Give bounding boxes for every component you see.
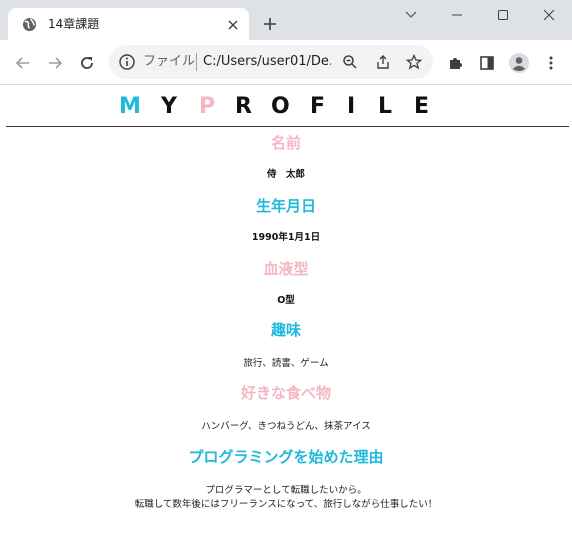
close-tab-icon[interactable] — [226, 17, 240, 31]
food-value-row: ハンバーグ、きつねうどん、抹茶アイス — [0, 420, 572, 434]
share-icon[interactable] — [373, 52, 393, 72]
zoom-icon[interactable] — [340, 52, 360, 72]
minimize-icon — [452, 14, 462, 16]
browser-tab[interactable]: 14章課題 — [8, 8, 249, 40]
back-arrow-icon — [15, 57, 29, 69]
name-value: 侍 太郎 — [266, 169, 305, 180]
minimize-button[interactable] — [434, 2, 480, 28]
maximize-icon — [498, 10, 508, 20]
close-window-button[interactable] — [526, 2, 572, 28]
logo-letter-8: L — [378, 94, 393, 119]
hobby-value-row: 旅行、読書、ゲーム — [0, 357, 572, 371]
tab-strip: 14章課題 — [0, 0, 572, 40]
puzzle-icon — [450, 58, 462, 69]
forward-arrow-icon — [49, 57, 63, 69]
favorite-food-heading: 好きな食べ物 — [240, 384, 331, 402]
chevron-down-icon — [405, 11, 417, 18]
tab-title: 14章課題 — [48, 17, 100, 31]
globe-icon — [22, 17, 37, 32]
birthday-value-row: 1990年1月1日 — [0, 231, 572, 245]
browser-toolbar: ファイル C:/Users/user01/De... — [0, 40, 572, 84]
menu-button[interactable] — [538, 50, 564, 76]
food-section: 好きな食べ物 — [0, 383, 572, 403]
birthday-value: 1990年1月1日 — [251, 232, 321, 243]
new-tab-button[interactable] — [258, 12, 282, 36]
site-logo: M Y P R O F I L E — [0, 93, 572, 127]
logo-letter-5: O — [271, 94, 290, 119]
address-scheme-label: ファイル — [143, 54, 196, 69]
reason-section: プログラミングを始めた理由 — [0, 447, 572, 467]
birthday-section: 生年月日 — [0, 196, 572, 216]
hobby-value: 旅行、読書、ゲーム — [243, 358, 329, 369]
address-separator — [196, 53, 197, 71]
tab-search-button[interactable] — [388, 2, 434, 28]
reload-icon — [81, 57, 93, 69]
maximize-button[interactable] — [480, 2, 526, 28]
programming-reason-heading: プログラミングを始めた理由 — [188, 448, 384, 466]
address-bar[interactable]: ファイル C:/Users/user01/De... — [109, 45, 433, 79]
birthday-heading: 生年月日 — [255, 197, 316, 215]
favorite-food-value: ハンバーグ、きつねうどん、抹茶アイス — [201, 421, 371, 432]
logo-letter-2: Y — [161, 94, 177, 119]
kebab-menu-icon — [549, 56, 553, 70]
page-content: M Y P R O F I L E 名前 侍 太郎 生年月日 1990年1月1日… — [0, 85, 572, 557]
programming-reason-line-2: 転職して数年後にはフリーランスになって、旅行しながら仕事したい！ — [134, 499, 438, 510]
back-button[interactable] — [10, 50, 36, 76]
address-url[interactable]: C:/Users/user01/De... — [203, 54, 331, 70]
logo-letter-1: M — [119, 94, 141, 119]
logo-letter-4: R — [235, 94, 252, 119]
blood-type-value: O型 — [277, 295, 295, 306]
close-icon — [543, 9, 555, 21]
extensions-button[interactable] — [442, 50, 468, 76]
forward-button[interactable] — [42, 50, 68, 76]
logo-letter-9: E — [414, 94, 430, 119]
programming-reason-line-1: プログラマーとして転職したいから。 — [205, 485, 367, 496]
blood-value-row: O型 — [0, 294, 572, 308]
blood-section: 血液型 — [0, 259, 572, 279]
blood-type-heading: 血液型 — [263, 260, 309, 278]
name-heading: 名前 — [270, 134, 301, 152]
reload-button[interactable] — [74, 50, 100, 76]
name-section: 名前 — [0, 133, 572, 153]
side-panel-button[interactable] — [474, 50, 500, 76]
avatar-icon — [509, 53, 529, 73]
hobby-heading: 趣味 — [270, 321, 301, 339]
header-rule — [6, 126, 569, 127]
hobby-section: 趣味 — [0, 320, 572, 340]
logo-letter-3: P — [199, 94, 216, 119]
logo-letter-6: F — [310, 94, 326, 119]
reason-value-row: プログラマーとして転職したいから。 転職して数年後にはフリーランスになって、旅行… — [0, 484, 572, 512]
profile-button[interactable] — [506, 50, 532, 76]
bookmark-star-icon[interactable] — [404, 52, 424, 72]
side-panel-icon — [480, 56, 494, 70]
name-value-row: 侍 太郎 — [0, 168, 572, 182]
info-icon[interactable] — [118, 53, 136, 71]
plus-icon — [264, 18, 276, 30]
logo-letter-7: I — [347, 94, 356, 119]
